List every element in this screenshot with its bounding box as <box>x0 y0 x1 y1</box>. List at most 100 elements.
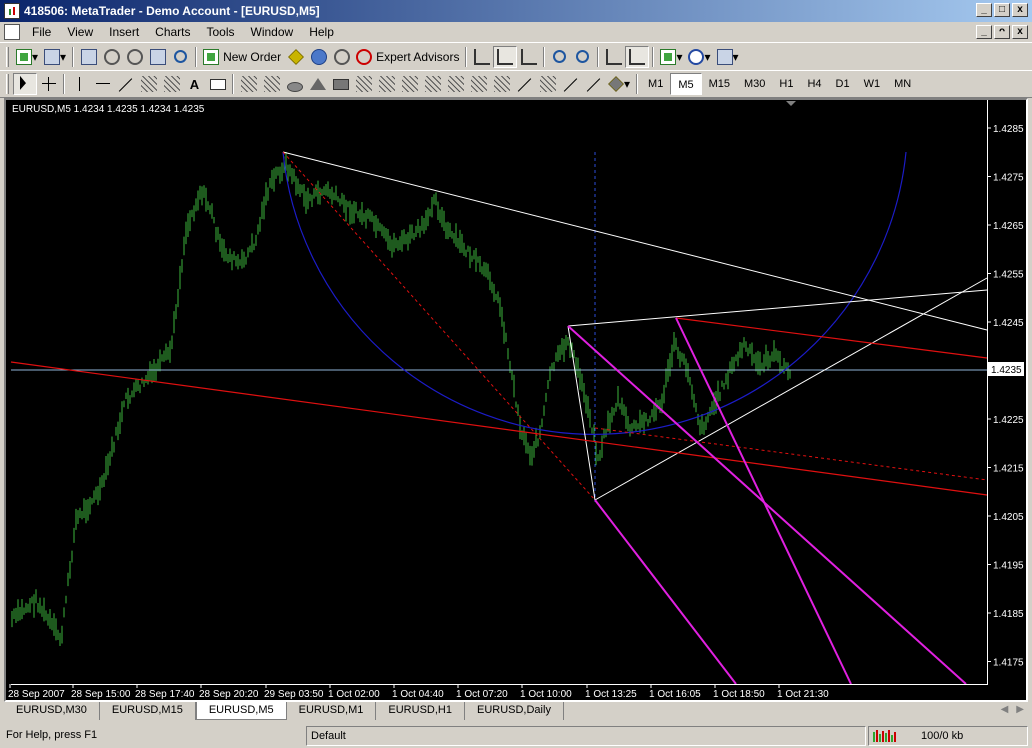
terminal-button[interactable] <box>146 46 169 68</box>
market-watch-button[interactable] <box>77 46 100 68</box>
navigator-button[interactable] <box>100 46 123 68</box>
zoom-out-button[interactable] <box>571 46 594 68</box>
timeframe-d1[interactable]: D1 <box>829 73 857 95</box>
horizontal-line-tool[interactable] <box>91 73 114 95</box>
timeframe-m1[interactable]: M1 <box>641 73 670 95</box>
profiles-button[interactable]: ▾ <box>41 46 69 68</box>
expert-advisors-icon <box>356 48 373 65</box>
timeframe-m15[interactable]: M15 <box>702 73 737 95</box>
maximize-button[interactable]: □ <box>994 3 1010 17</box>
andrews-pitchfork-tool[interactable] <box>536 73 559 95</box>
metatrader-app-icon <box>4 3 20 19</box>
chart-close-button[interactable]: x <box>1012 25 1028 39</box>
strategy-tester-button[interactable] <box>169 46 192 68</box>
timeframe-mn[interactable]: MN <box>887 73 918 95</box>
parallel-lines-tool[interactable] <box>260 73 283 95</box>
channel-top-line[interactable] <box>567 289 988 327</box>
chart-minimize-button[interactable]: _ <box>976 25 992 39</box>
price-chart[interactable]: EURUSD,M5 1.4234 1.4235 1.4234 1.4235 1.… <box>6 100 1026 700</box>
new-chart-button[interactable]: ▾ <box>13 46 41 68</box>
periods-button[interactable]: ▾ <box>685 46 713 68</box>
help-button[interactable] <box>307 46 330 68</box>
expert-advisors-button[interactable]: Expert Advisors <box>353 46 462 68</box>
pitchfork-median-line[interactable] <box>675 317 852 685</box>
timeframe-m5[interactable]: M5 <box>670 73 702 95</box>
menu-help[interactable]: Help <box>301 22 342 42</box>
menu-view[interactable]: View <box>59 22 101 42</box>
chart-shift-marker[interactable] <box>786 101 796 106</box>
cursor-tool[interactable] <box>13 73 37 95</box>
tab-eurusd-m1[interactable]: EURUSD,M1 <box>287 702 377 720</box>
text-tool[interactable]: A <box>183 73 206 95</box>
crosshair-tool[interactable] <box>37 73 60 95</box>
chart-restore-button[interactable]: ᴖ <box>994 25 1010 39</box>
equidistant-channel-tool[interactable] <box>137 73 160 95</box>
arrows-tool[interactable]: ▾ <box>605 73 633 95</box>
price-scale-border <box>987 100 988 684</box>
tab-eurusd-m15[interactable]: EURUSD,M15 <box>100 702 196 720</box>
minimize-button[interactable]: _ <box>976 3 992 17</box>
status-bar: For Help, press F1 Default 100/0 kb <box>0 724 1032 748</box>
trendline-tool[interactable] <box>114 73 137 95</box>
text-label-tool[interactable] <box>206 73 229 95</box>
vertical-line-tool[interactable] <box>68 73 91 95</box>
tab-scroll-right-icon[interactable]: ▶ <box>1016 704 1024 715</box>
menu-file[interactable]: File <box>24 22 59 42</box>
channels-tool[interactable] <box>237 73 260 95</box>
chart-window[interactable]: EURUSD,M5 1.4234 1.4235 1.4234 1.4235 1.… <box>4 98 1028 702</box>
cycle-lines-icon <box>447 76 464 92</box>
tab-eurusd-m5[interactable]: EURUSD,M5 <box>195 702 287 720</box>
timeframe-h4[interactable]: H4 <box>800 73 828 95</box>
tab-eurusd-h1[interactable]: EURUSD,H1 <box>376 702 465 720</box>
menu-charts[interactable]: Charts <box>147 22 198 42</box>
autoscroll-button[interactable] <box>602 46 625 68</box>
upper-trendline[interactable] <box>282 151 988 331</box>
bar-chart-button[interactable] <box>470 46 493 68</box>
indicators-button[interactable]: ▾ <box>657 46 685 68</box>
angle-trendline-tool[interactable] <box>582 73 605 95</box>
fibo-fan-tool[interactable] <box>352 73 375 95</box>
toolbar-separator <box>652 46 655 67</box>
gann-line-tool[interactable] <box>513 73 536 95</box>
fibo-timezones-tool[interactable] <box>421 73 444 95</box>
timeframe-m30[interactable]: M30 <box>737 73 772 95</box>
red-resistance-line[interactable] <box>675 317 988 359</box>
chart-shift-button[interactable] <box>625 45 650 68</box>
fibo-arcs-tool[interactable] <box>375 73 398 95</box>
fibonacci-tool[interactable] <box>160 73 183 95</box>
line-chart-button[interactable] <box>517 46 540 68</box>
triangle-tool[interactable] <box>306 73 329 95</box>
pitchfork-upper-line[interactable] <box>567 325 967 685</box>
pitchfork-lower-line[interactable] <box>594 499 737 685</box>
document-icon[interactable] <box>4 24 20 40</box>
candlesticks-button[interactable] <box>493 45 518 68</box>
templates-button[interactable]: ▾ <box>714 46 742 68</box>
timeframe-w1[interactable]: W1 <box>857 73 888 95</box>
menu-insert[interactable]: Insert <box>101 22 147 42</box>
timeframe-h1[interactable]: H1 <box>772 73 800 95</box>
zoom-in-button[interactable] <box>548 46 571 68</box>
rising-trendline[interactable] <box>594 277 988 501</box>
regression-channel-tool[interactable] <box>559 73 582 95</box>
experts-icon <box>333 48 350 65</box>
tab-scroll-left-icon[interactable]: ◀ <box>1001 704 1009 715</box>
gann-grid-tool[interactable] <box>467 73 490 95</box>
experts-button[interactable] <box>330 46 353 68</box>
close-button[interactable]: x <box>1012 3 1028 17</box>
favorites-button[interactable] <box>123 46 146 68</box>
tab-eurusd-daily[interactable]: EURUSD,Daily <box>465 702 564 720</box>
menu-window[interactable]: Window <box>243 22 302 42</box>
price-axis: 1.4285 1.4275 1.4265 1.4255 1.4245 1.4235 1.42… <box>987 124 1024 669</box>
metaeditor-button[interactable] <box>284 46 307 68</box>
new-order-button[interactable]: New Order <box>200 46 284 68</box>
time-tick-label: 28 Sep 2007 <box>8 689 65 700</box>
menu-tools[interactable]: Tools <box>199 22 243 42</box>
ellipse-tool[interactable] <box>283 73 306 95</box>
gann-fan-tool[interactable] <box>490 73 513 95</box>
tab-eurusd-m30[interactable]: EURUSD,M30 <box>4 702 100 720</box>
fibo-expansion-tool[interactable] <box>398 73 421 95</box>
red-trendline[interactable] <box>10 361 988 496</box>
cycle-lines-tool[interactable] <box>444 73 467 95</box>
fibo-fan-icon <box>355 76 372 92</box>
rectangle-tool[interactable] <box>329 73 352 95</box>
